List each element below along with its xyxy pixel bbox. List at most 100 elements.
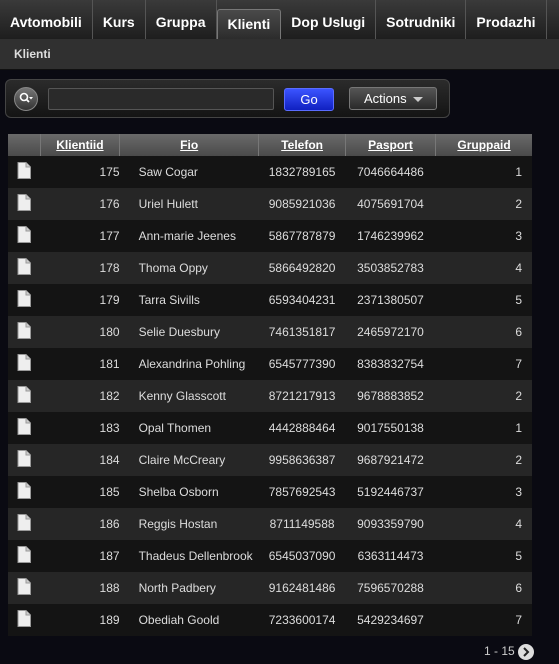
- column-header-gruppaid[interactable]: Gruppaid: [435, 134, 532, 156]
- go-button[interactable]: Go: [284, 88, 334, 111]
- cell-gruppaid: 2: [435, 380, 532, 412]
- table-row[interactable]: 184 Claire McCreary 9958636387 9687921472 2: [8, 444, 532, 476]
- cell-gruppaid-text: 5: [515, 293, 522, 307]
- cell-pasport: 9687921472: [345, 444, 436, 476]
- cell-pasport: 8383832754: [345, 348, 436, 380]
- table-row[interactable]: 180 Selie Duesbury 7461351817 2465972170 6: [8, 316, 532, 348]
- cell-klientiid-text: 186: [99, 517, 120, 531]
- document-icon[interactable]: [17, 610, 32, 630]
- row-icon-cell[interactable]: [8, 476, 41, 508]
- row-icon-cell[interactable]: [8, 188, 41, 220]
- document-icon[interactable]: [17, 514, 32, 534]
- document-icon[interactable]: [17, 482, 32, 502]
- document-icon[interactable]: [17, 258, 32, 278]
- cell-gruppaid: 1: [435, 412, 532, 444]
- cell-fio: Kenny Glasscott: [119, 380, 259, 412]
- tab-sotrudniki[interactable]: Sotrudniki: [376, 0, 467, 39]
- table-row[interactable]: 189 Obediah Goold 7233600174 5429234697 7: [8, 604, 532, 636]
- column-header-pasport[interactable]: Pasport: [345, 134, 437, 156]
- tab-prodazhi[interactable]: Prodazhi: [466, 0, 547, 39]
- row-icon-cell[interactable]: [8, 252, 41, 284]
- pagination-label: 1 - 15: [484, 644, 515, 658]
- tab-avtomobili[interactable]: Avtomobili: [0, 0, 93, 39]
- cell-pasport: 7596570288: [345, 572, 436, 604]
- tab-kurs[interactable]: Kurs: [93, 0, 146, 39]
- table-row[interactable]: 187 Thadeus Dellenbrook 6545037090 63631144…: [8, 540, 532, 572]
- cell-fio-text: Uriel Hulett: [138, 197, 198, 211]
- row-icon-cell[interactable]: [8, 540, 41, 572]
- cell-fio-text: Thoma Oppy: [138, 261, 208, 275]
- cell-telefon: 8711149588: [258, 508, 346, 540]
- cell-fio: Reggis Hostan: [119, 508, 259, 540]
- column-header-telefon[interactable]: Telefon: [258, 134, 346, 156]
- document-icon[interactable]: [17, 194, 32, 214]
- cell-gruppaid-text: 4: [515, 517, 522, 531]
- cell-gruppaid: 4: [435, 508, 532, 540]
- table-row[interactable]: 183 Opal Thomen 4442888464 9017550138 1: [8, 412, 532, 444]
- table-row[interactable]: 181 Alexandrina Pohling 6545777390 83838327…: [8, 348, 532, 380]
- cell-klientiid: 188: [40, 572, 120, 604]
- cell-telefon-text: 9085921036: [268, 197, 336, 211]
- document-icon[interactable]: [17, 578, 32, 598]
- cell-pasport: 2465972170: [345, 316, 436, 348]
- cell-telefon: 9085921036: [258, 188, 346, 220]
- row-icon-cell[interactable]: [8, 348, 41, 380]
- row-icon-cell[interactable]: [8, 380, 41, 412]
- column-header-klientiid[interactable]: Klientiid: [40, 134, 121, 156]
- cell-gruppaid-text: 1: [515, 165, 522, 179]
- search-input[interactable]: [48, 88, 274, 110]
- document-icon[interactable]: [17, 354, 32, 374]
- row-icon-cell[interactable]: [8, 316, 41, 348]
- cell-klientiid: 184: [40, 444, 120, 476]
- table-row[interactable]: 176 Uriel Hulett 9085921036 4075691704 2: [8, 188, 532, 220]
- cell-pasport-text: 8383832754: [357, 357, 424, 371]
- table-row[interactable]: 175 Saw Cogar 1832789165 7046664486 1: [8, 156, 532, 188]
- cell-pasport-text: 5192446737: [357, 485, 424, 499]
- cell-fio-text: Reggis Hostan: [138, 517, 218, 531]
- table-row[interactable]: 182 Kenny Glasscott 8721217913 9678883852 2: [8, 380, 532, 412]
- cell-fio: Shelba Osborn: [119, 476, 259, 508]
- row-icon-cell[interactable]: [8, 444, 41, 476]
- table-row[interactable]: 188 North Padbery 9162481486 7596570288 6: [8, 572, 532, 604]
- cell-pasport-text: 7596570288: [357, 581, 424, 595]
- table-row[interactable]: 178 Thoma Oppy 5866492820 3503852783 4: [8, 252, 532, 284]
- document-icon[interactable]: [17, 418, 32, 438]
- cell-telefon: 7233600174: [258, 604, 346, 636]
- row-icon-cell[interactable]: [8, 412, 41, 444]
- search-icon[interactable]: [14, 87, 38, 111]
- row-icon-cell[interactable]: [8, 604, 41, 636]
- document-icon[interactable]: [17, 546, 32, 566]
- cell-klientiid-text: 179: [99, 293, 120, 307]
- cell-pasport-text: 4075691704: [357, 197, 424, 211]
- cell-klientiid-text: 177: [99, 229, 120, 243]
- cell-klientiid-text: 183: [99, 421, 120, 435]
- row-icon-cell[interactable]: [8, 220, 41, 252]
- tab-dop-uslugi[interactable]: Dop Uslugi: [281, 0, 377, 39]
- row-icon-cell[interactable]: [8, 572, 41, 604]
- actions-button[interactable]: Actions: [349, 87, 437, 110]
- cell-gruppaid: 2: [435, 444, 532, 476]
- document-icon[interactable]: [17, 290, 32, 310]
- table-row[interactable]: 186 Reggis Hostan 8711149588 9093359790 4: [8, 508, 532, 540]
- cell-fio: Tarra Sivills: [119, 284, 259, 316]
- document-icon[interactable]: [17, 322, 32, 342]
- next-page-icon[interactable]: [518, 644, 534, 660]
- row-icon-cell[interactable]: [8, 156, 41, 188]
- tab-gruppa[interactable]: Gruppa: [146, 0, 217, 39]
- document-icon[interactable]: [17, 450, 32, 470]
- table-row[interactable]: 185 Shelba Osborn 7857692543 5192446737 3: [8, 476, 532, 508]
- document-icon[interactable]: [17, 386, 32, 406]
- table-row[interactable]: 179 Tarra Sivills 6593404231 2371380507 5: [8, 284, 532, 316]
- cell-pasport-text: 3503852783: [357, 261, 424, 275]
- tab-klienti[interactable]: Klienti: [216, 9, 282, 39]
- row-icon-cell[interactable]: [8, 508, 41, 540]
- cell-fio-text: Opal Thomen: [138, 421, 212, 435]
- cell-pasport: 1746239962: [345, 220, 436, 252]
- column-header-fio[interactable]: Fio: [119, 134, 260, 156]
- row-icon-cell[interactable]: [8, 284, 41, 316]
- document-icon[interactable]: [17, 162, 32, 182]
- document-icon[interactable]: [17, 226, 32, 246]
- table-body: 175 Saw Cogar 1832789165 7046664486 1 176 Urie…: [8, 156, 532, 636]
- table-row[interactable]: 177 Ann-marie Jeenes 5867787879 1746239962 3: [8, 220, 532, 252]
- cell-fio: Saw Cogar: [119, 156, 259, 188]
